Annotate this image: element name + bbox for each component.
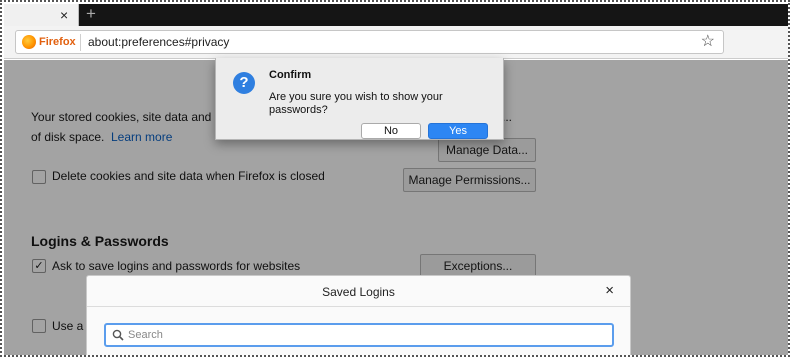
saved-logins-dialog: Saved Logins × Search <box>86 275 631 355</box>
firefox-logo-icon <box>22 35 36 49</box>
no-button[interactable]: No <box>361 123 421 139</box>
search-input[interactable]: Search <box>104 323 614 347</box>
tab-close-icon[interactable]: × <box>60 6 68 24</box>
close-icon[interactable]: × <box>605 282 614 300</box>
dialog-divider <box>87 306 630 307</box>
saved-logins-title: Saved Logins <box>322 285 395 299</box>
search-placeholder: Search <box>128 329 163 341</box>
confirm-title: Confirm <box>269 69 312 81</box>
yes-button[interactable]: Yes <box>428 123 488 139</box>
confirm-dialog: ? Confirm Are you sure you wish to show … <box>215 58 504 140</box>
search-icon <box>112 329 124 341</box>
browser-window: × + Firefox about:preferences#privacy ☆ … <box>0 0 790 357</box>
url-text[interactable]: about:preferences#privacy <box>88 35 229 50</box>
navigation-bar: Firefox about:preferences#privacy ☆ <box>4 26 788 59</box>
confirm-message: Are you sure you wish to show your passw… <box>269 91 443 116</box>
tab-preferences[interactable]: × <box>4 4 79 26</box>
new-tab-icon[interactable]: + <box>86 4 96 24</box>
identity-label[interactable]: Firefox <box>39 35 76 49</box>
url-separator <box>80 34 81 51</box>
tab-strip: × + <box>4 4 788 26</box>
question-icon: ? <box>233 72 255 94</box>
url-bar[interactable]: Firefox about:preferences#privacy ☆ <box>15 30 724 54</box>
bookmark-star-icon[interactable]: ☆ <box>701 32 715 52</box>
